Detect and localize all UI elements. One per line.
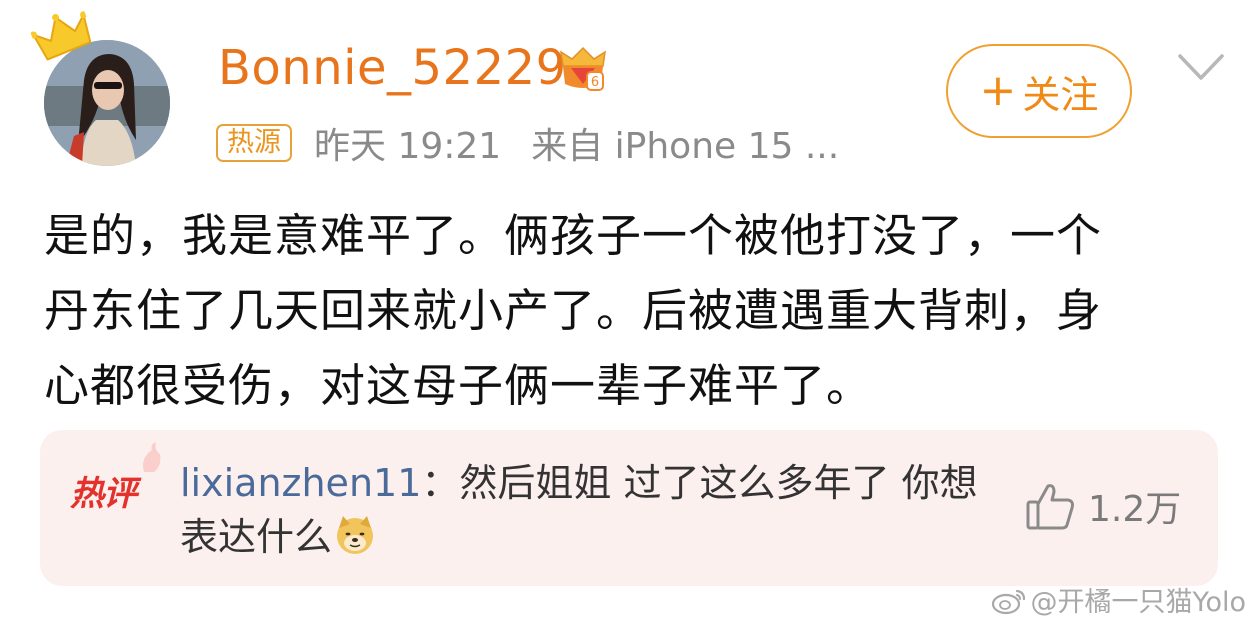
comment-separator: ： — [421, 461, 460, 505]
thumbs-up-icon — [1026, 484, 1074, 530]
post-line: 心都很受伤，对这母子俩一辈子难平了。 — [44, 359, 873, 412]
username-link[interactable]: Bonnie_52229 — [218, 38, 567, 98]
post-line: 是的，我是意难平了。俩孩子一个被他打没了，一个 — [44, 209, 1103, 262]
svg-text:6: 6 — [591, 75, 599, 90]
watermark: @开橘一只猫Yolo — [991, 580, 1246, 619]
like-count: 1.2万 — [1088, 489, 1182, 530]
post-line: 丹东住了几天回来就小产了。后被遭遇重大背刺，身 — [44, 284, 1103, 337]
chevron-down-icon[interactable] — [1176, 50, 1226, 84]
follow-button[interactable]: + 关注 — [946, 44, 1132, 138]
post-meta: 热源 昨天 19:21 来自 iPhone 15 ... — [216, 120, 840, 167]
follow-button-label: 关注 — [1022, 72, 1099, 117]
hot-comment-badge: 热评 — [70, 474, 137, 514]
hot-comment-card[interactable]: 热评 lixianzhen11：然后姐姐 过了这么多年了 你想表达什么 1.2万 — [40, 430, 1218, 586]
plus-icon: + — [979, 65, 1017, 116]
doge-icon — [337, 516, 374, 554]
like-button[interactable]: 1.2万 — [1022, 478, 1181, 534]
hot-source-badge: 热源 — [216, 124, 292, 162]
vip-crown-icon[interactable]: 6 — [557, 44, 609, 94]
post-source: 来自 iPhone 15 ... — [531, 126, 840, 167]
watermark-text: @开橘一只猫Yolo — [1030, 587, 1246, 618]
avatar-container[interactable] — [29, 11, 176, 166]
weibo-logo-icon — [991, 589, 1025, 614]
comment-username-link[interactable]: lixianzhen11 — [180, 461, 421, 505]
post-time: 昨天 19:21 — [314, 126, 502, 167]
post-content: 是的，我是意难平了。俩孩子一个被他打没了，一个 丹东住了几天回来就小产了。后被遭… — [44, 198, 1224, 423]
flame-icon — [143, 442, 161, 472]
comment-text: lixianzhen11：然后姐姐 过了这么多年了 你想表达什么 — [180, 456, 980, 564]
